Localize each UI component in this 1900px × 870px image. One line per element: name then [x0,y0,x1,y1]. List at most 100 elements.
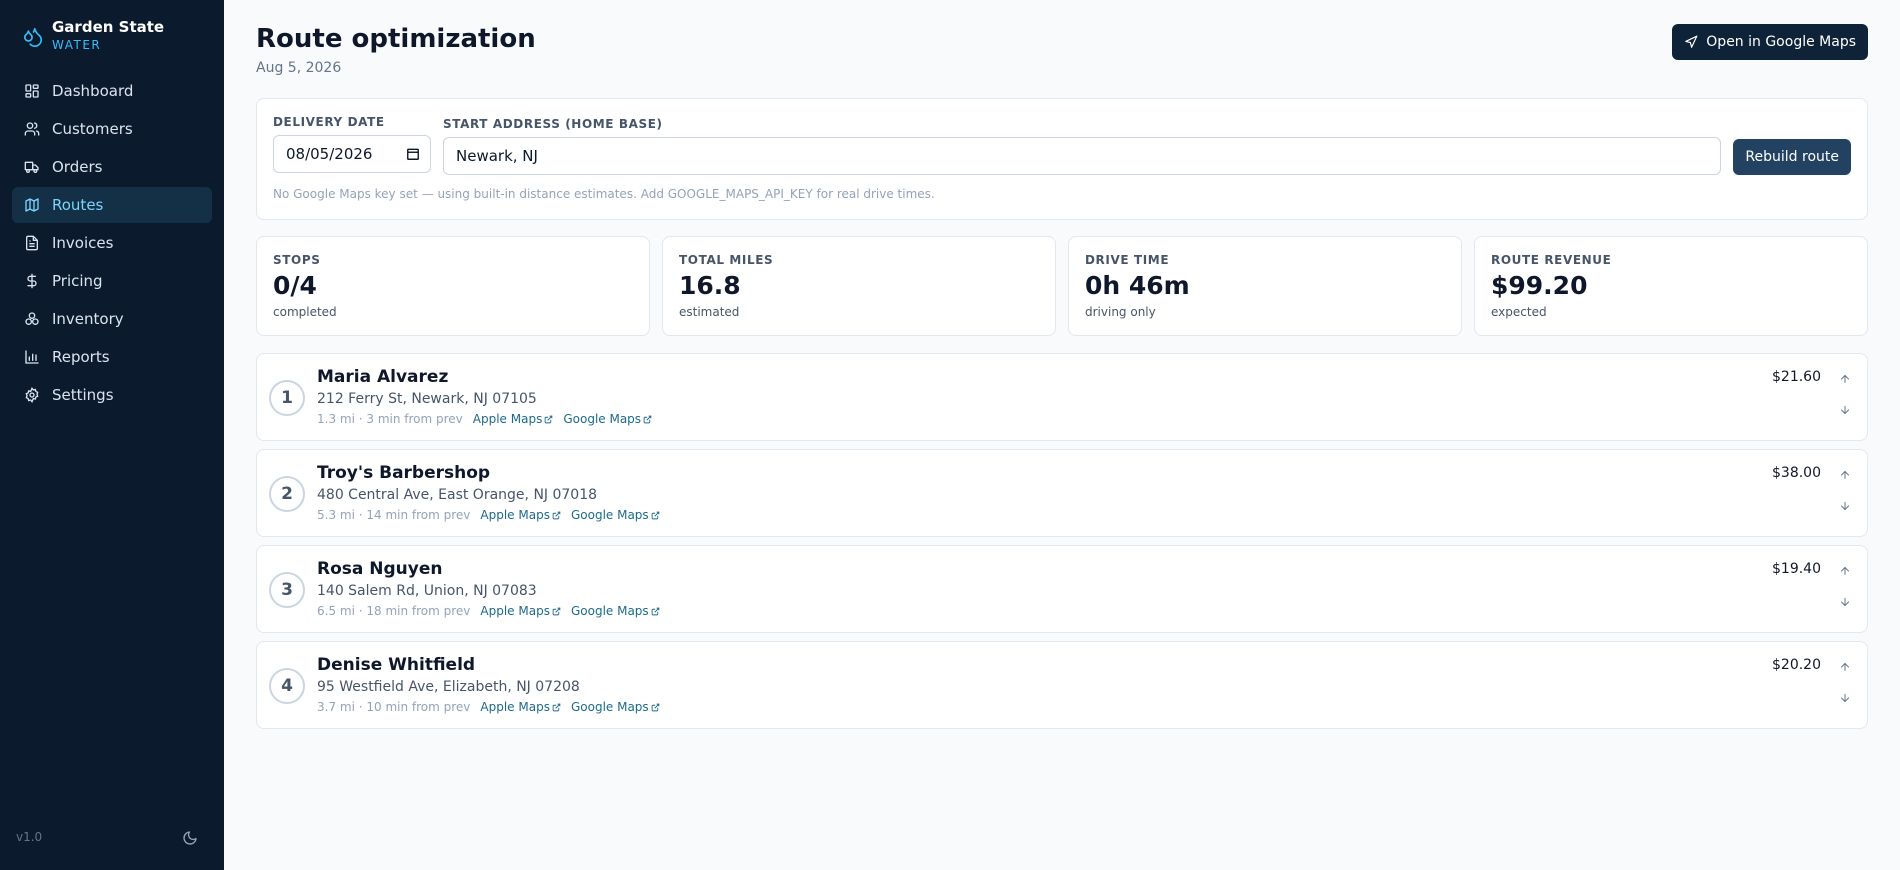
sidebar-item-reports[interactable]: Reports [12,339,212,375]
calendar-icon[interactable] [406,147,420,165]
stop-address: 480 Central Ave, East Orange, NJ 07018 [317,487,598,503]
stop-meta: 5.3 mi · 14 min from prev Apple Maps Goo… [317,508,660,522]
route-stop: 4 Denise Whitfield 95 Westfield Ave, Eli… [256,641,1868,729]
move-up-button[interactable] [1835,657,1855,677]
google-maps-link[interactable]: Google Maps [563,412,652,426]
brand[interactable]: Garden State WATER [22,18,164,53]
arrow-up-icon [1839,466,1851,485]
stat-subtext: driving only [1085,305,1156,319]
sidebar: Garden State WATER Dashboard Customers O… [0,0,224,870]
route-stop: 1 Maria Alvarez 212 Ferry St, Newark, NJ… [256,353,1868,441]
stop-number: 4 [269,668,305,704]
stop-number: 1 [269,380,305,416]
apple-maps-link[interactable]: Apple Maps [473,412,554,426]
arrow-down-icon [1839,401,1851,420]
google-maps-label: Google Maps [570,700,649,714]
stop-distance: 5.3 mi · 14 min from prev [317,508,471,522]
theme-toggle-button[interactable] [180,830,200,850]
start-address-value: Newark, NJ [456,147,538,165]
sidebar-item-settings[interactable]: Settings [12,377,212,413]
stop-amount: $20.20 [1772,657,1821,673]
sidebar-item-invoices[interactable]: Invoices [12,225,212,261]
sidebar-item-dashboard[interactable]: Dashboard [12,73,212,109]
stat-value: 0h 46m [1085,271,1190,300]
route-settings-card: DELIVERY DATE 08/05/2026 START ADDRESS (… [256,98,1868,220]
sidebar-item-label: Orders [52,158,103,176]
stop-address: 140 Salem Rd, Union, NJ 07083 [317,583,537,599]
stop-name: Denise Whitfield [317,655,476,675]
apple-maps-link[interactable]: Apple Maps [480,604,561,618]
route-stop: 3 Rosa Nguyen 140 Salem Rd, Union, NJ 07… [256,545,1868,633]
move-up-button[interactable] [1835,369,1855,389]
brand-name: Garden State [52,18,165,36]
map-icon [24,197,40,213]
external-link-icon [552,703,561,712]
stat-card-total-miles: TOTAL MILES 16.8 estimated [662,236,1056,336]
external-link-icon [552,511,561,520]
move-down-button[interactable] [1835,400,1855,420]
chart-icon [24,349,40,365]
delivery-date-value: 08/05/2026 [286,145,373,163]
maps-key-hint: No Google Maps key set — using built-in … [273,187,935,201]
sidebar-item-inventory[interactable]: Inventory [12,301,212,337]
dollar-icon [24,273,40,289]
move-down-button[interactable] [1835,496,1855,516]
google-maps-link[interactable]: Google Maps [571,508,660,522]
route-stop: 2 Troy's Barbershop 480 Central Ave, Eas… [256,449,1868,537]
stop-meta: 6.5 mi · 18 min from prev Apple Maps Goo… [317,604,660,618]
dashboard-icon [24,83,40,99]
sidebar-item-label: Routes [52,196,104,214]
apple-maps-label: Apple Maps [480,604,550,618]
move-up-button[interactable] [1835,561,1855,581]
sidebar-item-label: Pricing [52,272,103,290]
move-down-button[interactable] [1835,688,1855,708]
stat-label: TOTAL MILES [679,253,774,267]
stop-name: Rosa Nguyen [317,559,443,579]
start-address-input[interactable]: Newark, NJ [443,137,1721,175]
sidebar-item-label: Reports [52,348,110,366]
stop-name: Troy's Barbershop [317,463,491,483]
sidebar-item-customers[interactable]: Customers [12,111,212,147]
arrow-down-icon [1839,497,1851,516]
apple-maps-link[interactable]: Apple Maps [480,508,561,522]
external-link-icon [643,415,652,424]
move-down-button[interactable] [1835,592,1855,612]
sidebar-item-routes[interactable]: Routes [12,187,212,223]
page-title: Route optimization [256,24,536,54]
google-maps-link[interactable]: Google Maps [571,604,660,618]
external-link-icon [651,703,660,712]
apple-maps-link[interactable]: Apple Maps [480,700,561,714]
stop-name: Maria Alvarez [317,367,449,387]
apple-maps-label: Apple Maps [472,412,543,426]
page-date: Aug 5, 2026 [256,60,342,76]
stat-label: DRIVE TIME [1085,253,1170,267]
stat-card-drive-time: DRIVE TIME 0h 46m driving only [1068,236,1462,336]
google-maps-label: Google Maps [570,604,649,618]
external-link-icon [651,511,660,520]
google-maps-link[interactable]: Google Maps [571,700,660,714]
google-maps-label: Google Maps [563,412,642,426]
open-in-google-maps-button[interactable]: Open in Google Maps [1672,24,1868,60]
stat-subtext: estimated [679,305,740,319]
open-in-google-maps-label: Open in Google Maps [1706,34,1856,50]
arrow-down-icon [1839,689,1851,708]
start-address-label: START ADDRESS (HOME BASE) [443,117,663,131]
delivery-date-input[interactable]: 08/05/2026 [273,135,431,173]
move-up-button[interactable] [1835,465,1855,485]
external-link-icon [544,415,553,424]
water-drop-icon [22,26,44,48]
stat-subtext: expected [1491,305,1547,319]
sidebar-item-orders[interactable]: Orders [12,149,212,185]
sidebar-item-label: Dashboard [52,82,134,100]
inventory-icon [24,311,40,327]
gear-icon [24,387,40,403]
arrow-up-icon [1839,562,1851,581]
moon-icon [182,830,198,850]
stat-label: STOPS [273,253,321,267]
apple-maps-label: Apple Maps [480,700,550,714]
sidebar-nav: Dashboard Customers Orders Routes Invoic… [12,73,212,415]
sidebar-item-pricing[interactable]: Pricing [12,263,212,299]
stat-subtext: completed [273,305,337,319]
rebuild-route-button[interactable]: Rebuild route [1733,139,1851,175]
stop-amount: $38.00 [1772,465,1821,481]
